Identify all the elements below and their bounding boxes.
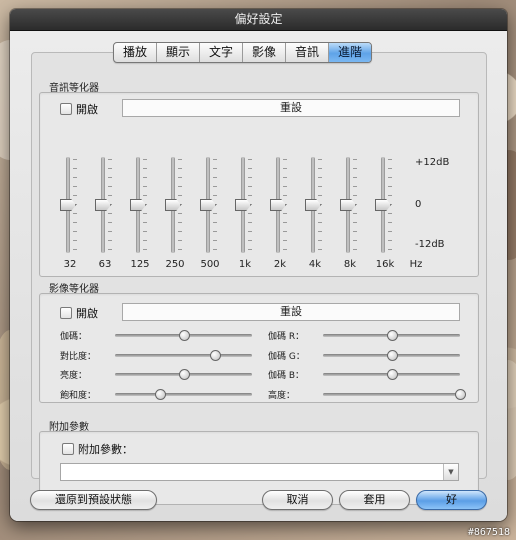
slider-thumb[interactable] bbox=[178, 330, 190, 341]
window-content: 播放 顯示 文字 影像 音訊 進階 音訊等化器 開啟 重設 32 63 125 250… bbox=[10, 31, 507, 521]
apply-button[interactable]: 套用 bbox=[339, 490, 410, 510]
eq-slider-2k[interactable] bbox=[270, 157, 290, 253]
slider-track bbox=[115, 353, 252, 357]
eq-freq-label: 32 bbox=[63, 259, 77, 270]
video-right-label: 伽碼 G： bbox=[268, 351, 305, 362]
tab-advanced[interactable]: 進階 bbox=[329, 43, 371, 62]
video-left-slider[interactable] bbox=[115, 369, 252, 381]
cancel-button[interactable]: 取消 bbox=[262, 490, 333, 510]
eq-freq-label: 2k bbox=[273, 259, 287, 270]
video-right-slider[interactable] bbox=[323, 349, 460, 362]
tab-subtitles[interactable]: 文字 bbox=[200, 43, 243, 62]
eq-freq-label: 125 bbox=[130, 259, 150, 270]
audio-eq-group: 開啟 重設 32 63 125 250 500 1k 2k 4k 8k 16k +12dB 0 -… bbox=[39, 92, 479, 277]
video-left-slider[interactable] bbox=[115, 349, 252, 362]
slider-thumb[interactable] bbox=[455, 388, 466, 400]
audio-eq-enable-label: 開啟 bbox=[76, 103, 98, 116]
video-right-label: 伽碼 B： bbox=[268, 371, 305, 381]
tab-playback[interactable]: 播放 bbox=[114, 43, 157, 62]
video-eq-group: 開啟 重設 伽碼： 對比度： 亮度： 飽和度： 伽碼 R： 伽碼 G： 伽碼 B： 高度： bbox=[39, 293, 479, 403]
eq-freq-label: 8k bbox=[343, 259, 357, 270]
db-mid-label: 0 bbox=[415, 199, 422, 210]
unit-label: Hz bbox=[409, 259, 423, 270]
preferences-window: 偏好設定 播放 顯示 文字 影像 音訊 進階 音訊等化器 開啟 重設 32 63 1… bbox=[10, 9, 507, 521]
video-left-slider[interactable] bbox=[115, 388, 252, 401]
tab-bar: 播放 顯示 文字 影像 音訊 進階 bbox=[113, 42, 372, 63]
eq-freq-label: 4k bbox=[308, 259, 322, 270]
video-right-slider[interactable] bbox=[323, 330, 460, 342]
eq-freq-label: 16k bbox=[375, 259, 395, 270]
db-min-label: -12dB bbox=[415, 239, 445, 250]
slider-thumb[interactable] bbox=[210, 349, 221, 361]
eq-slider-125[interactable] bbox=[130, 157, 150, 253]
window-title: 偏好設定 bbox=[10, 9, 507, 31]
eq-slider-250[interactable] bbox=[165, 157, 185, 253]
eq-slider-500[interactable] bbox=[200, 157, 220, 253]
watermark: #867518 bbox=[467, 527, 510, 538]
eq-slider-63[interactable] bbox=[95, 157, 115, 253]
extra-params-label: 附加參數： bbox=[78, 443, 133, 456]
restore-defaults-button[interactable]: 還原到預設狀態 bbox=[30, 490, 157, 510]
slider-thumb[interactable] bbox=[386, 330, 398, 341]
eq-slider-32[interactable] bbox=[60, 157, 80, 253]
video-eq-reset-button[interactable]: 重設 bbox=[122, 303, 460, 321]
tab-audio[interactable]: 音訊 bbox=[286, 43, 329, 62]
eq-slider-1k[interactable] bbox=[235, 157, 255, 253]
video-eq-enable-label: 開啟 bbox=[76, 307, 98, 320]
slider-thumb[interactable] bbox=[178, 369, 190, 380]
slider-track bbox=[323, 392, 460, 396]
tab-video[interactable]: 影像 bbox=[243, 43, 286, 62]
tab-display[interactable]: 顯示 bbox=[157, 43, 200, 62]
video-right-slider[interactable] bbox=[323, 369, 460, 381]
video-right-label: 伽碼 R： bbox=[268, 332, 305, 342]
slider-thumb[interactable] bbox=[386, 369, 398, 380]
video-left-slider[interactable] bbox=[115, 330, 252, 342]
eq-slider-4k[interactable] bbox=[305, 157, 325, 253]
eq-slider-16k[interactable] bbox=[375, 157, 395, 253]
video-eq-enable-checkbox[interactable] bbox=[60, 307, 72, 319]
video-left-label: 伽碼： bbox=[60, 332, 88, 342]
slider-thumb[interactable] bbox=[155, 388, 167, 400]
db-max-label: +12dB bbox=[415, 157, 450, 168]
eq-freq-label: 500 bbox=[200, 259, 220, 270]
extra-params-checkbox[interactable] bbox=[62, 443, 74, 455]
eq-freq-label: 250 bbox=[165, 259, 185, 270]
video-left-label: 對比度： bbox=[60, 351, 97, 362]
eq-freq-label: 63 bbox=[98, 259, 112, 270]
slider-track bbox=[115, 392, 252, 396]
audio-eq-reset-button[interactable]: 重設 bbox=[122, 99, 460, 117]
audio-eq-enable-checkbox[interactable] bbox=[60, 103, 72, 115]
ok-button[interactable]: 好 bbox=[416, 490, 487, 510]
advanced-panel: 音訊等化器 開啟 重設 32 63 125 250 500 1k 2k 4k 8k 16k +12… bbox=[31, 52, 487, 505]
video-left-label: 飽和度： bbox=[60, 390, 97, 401]
dropdown-arrow-icon[interactable]: ▼ bbox=[443, 464, 458, 480]
video-right-slider[interactable] bbox=[323, 388, 466, 401]
video-right-label: 高度： bbox=[268, 390, 296, 401]
extra-params-combo[interactable]: ▼ bbox=[60, 463, 459, 481]
video-left-label: 亮度： bbox=[60, 371, 88, 381]
eq-freq-label: 1k bbox=[238, 259, 252, 270]
eq-slider-8k[interactable] bbox=[340, 157, 360, 253]
slider-thumb[interactable] bbox=[386, 349, 398, 361]
